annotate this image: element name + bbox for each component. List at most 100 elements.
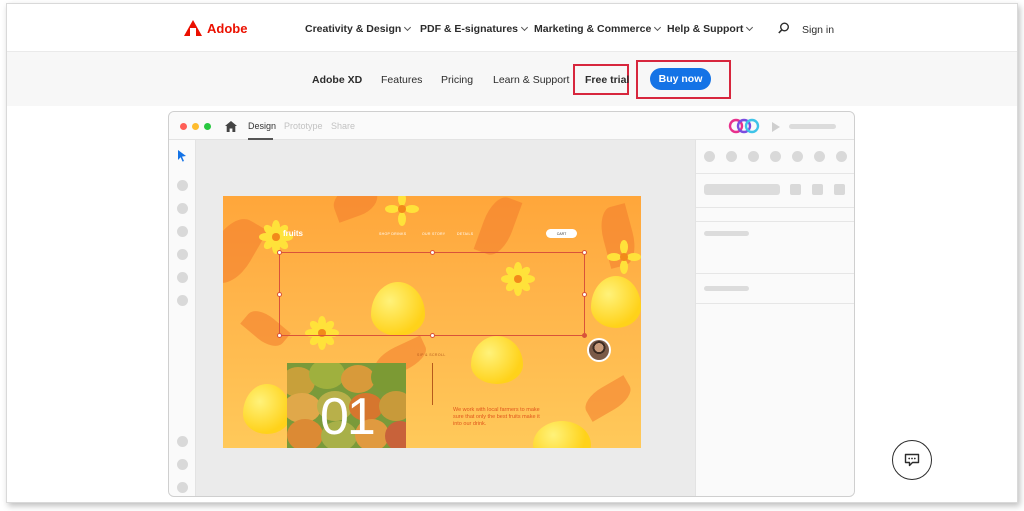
sign-in-link[interactable]: Sign in (802, 24, 834, 36)
resize-handle (582, 333, 587, 338)
tab-share: Share (331, 121, 356, 131)
buy-now-label: Buy now (658, 73, 703, 85)
flower-shape (607, 240, 641, 274)
chevron-down-icon (520, 23, 529, 32)
selection-rectangle (277, 250, 587, 338)
close-window-icon (180, 123, 187, 130)
placeholder-square-icon (812, 184, 823, 195)
product-nav: Adobe XD Features Pricing Learn & Suppor… (7, 52, 1017, 106)
product-name[interactable]: Adobe XD (312, 74, 362, 86)
align-icon (814, 151, 825, 162)
tool-placeholder-icon (177, 436, 188, 447)
resize-handle (277, 292, 282, 297)
property-inspector (695, 140, 854, 496)
placeholder-bar (704, 231, 749, 236)
inspector-row (696, 140, 854, 174)
chevron-down-icon (746, 23, 754, 32)
nav-item-label: Marketing & Commerce (534, 23, 652, 35)
artboard-cart-pill: CART (546, 229, 577, 238)
align-icon (792, 151, 803, 162)
tab-features[interactable]: Features (381, 74, 422, 86)
placeholder-bar (704, 286, 749, 291)
lemon-shape (533, 421, 591, 448)
select-arrow-icon (178, 150, 186, 162)
align-icon (836, 151, 847, 162)
nav-item-creativity-design[interactable]: Creativity & Design (305, 23, 412, 35)
leaf-shape (329, 196, 382, 223)
tool-placeholder-icon (177, 272, 188, 283)
tool-placeholder-icon (177, 180, 188, 191)
inspector-row (696, 222, 854, 274)
flower-shape (385, 196, 419, 226)
inspector-row (696, 208, 854, 222)
minimize-window-icon (192, 123, 199, 130)
chevron-down-icon (654, 23, 662, 32)
resize-handle (582, 292, 587, 297)
buy-now-button[interactable]: Buy now (650, 68, 711, 90)
global-nav: Adobe Creativity & Design PDF & E-signat… (7, 4, 1017, 52)
lemon-shape (243, 384, 291, 434)
artboard-logo: fruits (283, 229, 303, 238)
artboard-big-number: 01 (320, 388, 376, 446)
artboard-nav-item: DETAILS (457, 232, 474, 236)
chat-icon (904, 453, 920, 467)
free-trial-link[interactable]: Free trial (585, 74, 629, 86)
chat-button[interactable] (892, 440, 932, 480)
tools-panel (169, 140, 196, 496)
tab-learn-support[interactable]: Learn & Support (493, 74, 569, 86)
play-icon (772, 122, 780, 132)
app-titlebar: Design Prototype Share (169, 112, 854, 140)
nav-item-label: PDF & E-signatures (420, 23, 519, 35)
leaf-shape (473, 196, 523, 260)
tool-placeholder-icon (177, 482, 188, 493)
artboard-cart-label: CART (556, 231, 567, 236)
artboard-sip-label: SIP & SCROLL (417, 353, 446, 357)
lemon-shape (591, 276, 641, 328)
inspector-row (696, 174, 854, 208)
coediting-avatars-icon (728, 118, 760, 134)
artboard-nav-item: SHOP DRINKS (379, 232, 407, 236)
home-icon (225, 121, 237, 132)
maximize-window-icon (204, 123, 211, 130)
artboard-fruit-site: fruits SHOP DRINKS OUR STORY DETAILS CAR… (223, 196, 641, 448)
placeholder-bar (704, 184, 780, 195)
tab-design: Design (248, 121, 277, 131)
tool-placeholder-icon (177, 295, 188, 306)
brand-name: Adobe (207, 20, 248, 36)
design-canvas: fruits SHOP DRINKS OUR STORY DETAILS CAR… (196, 140, 695, 496)
tool-placeholder-icon (177, 226, 188, 237)
lemon-shape (471, 336, 523, 384)
inspector-row (696, 274, 854, 304)
placeholder-square-icon (834, 184, 845, 195)
nav-item-marketing-commerce[interactable]: Marketing & Commerce (534, 23, 662, 35)
resize-handle (430, 250, 435, 255)
resize-handle (277, 333, 282, 338)
align-icon (704, 151, 715, 162)
search-icon[interactable] (778, 22, 790, 34)
align-icon (770, 151, 781, 162)
resize-handle (277, 250, 282, 255)
tool-placeholder-icon (177, 249, 188, 260)
resize-handle (430, 333, 435, 338)
tab-prototype: Prototype (284, 121, 323, 131)
adobe-logo[interactable]: Adobe (184, 20, 247, 36)
placeholder-square-icon (790, 184, 801, 195)
artboard-copy-text: We work with local farmers to make sure … (453, 407, 540, 427)
nav-item-pdf-esignatures[interactable]: PDF & E-signatures (420, 23, 529, 35)
artboard-nav-item: OUR STORY (422, 232, 446, 236)
collaborator-avatar (587, 338, 611, 362)
browser-page: Adobe Creativity & Design PDF & E-signat… (6, 3, 1018, 503)
tool-placeholder-icon (177, 203, 188, 214)
divider-line (432, 363, 433, 405)
resize-handle (582, 250, 587, 255)
leaf-shape (580, 375, 636, 422)
align-icon (726, 151, 737, 162)
nav-item-label: Help & Support (667, 23, 744, 35)
chevron-down-icon (404, 23, 412, 32)
nav-item-label: Creativity & Design (305, 23, 402, 35)
nav-item-help-support[interactable]: Help & Support (667, 23, 754, 35)
adobe-logo-icon (184, 20, 202, 36)
placeholder-bar (789, 124, 836, 129)
align-icon (748, 151, 759, 162)
tab-pricing[interactable]: Pricing (441, 74, 473, 86)
